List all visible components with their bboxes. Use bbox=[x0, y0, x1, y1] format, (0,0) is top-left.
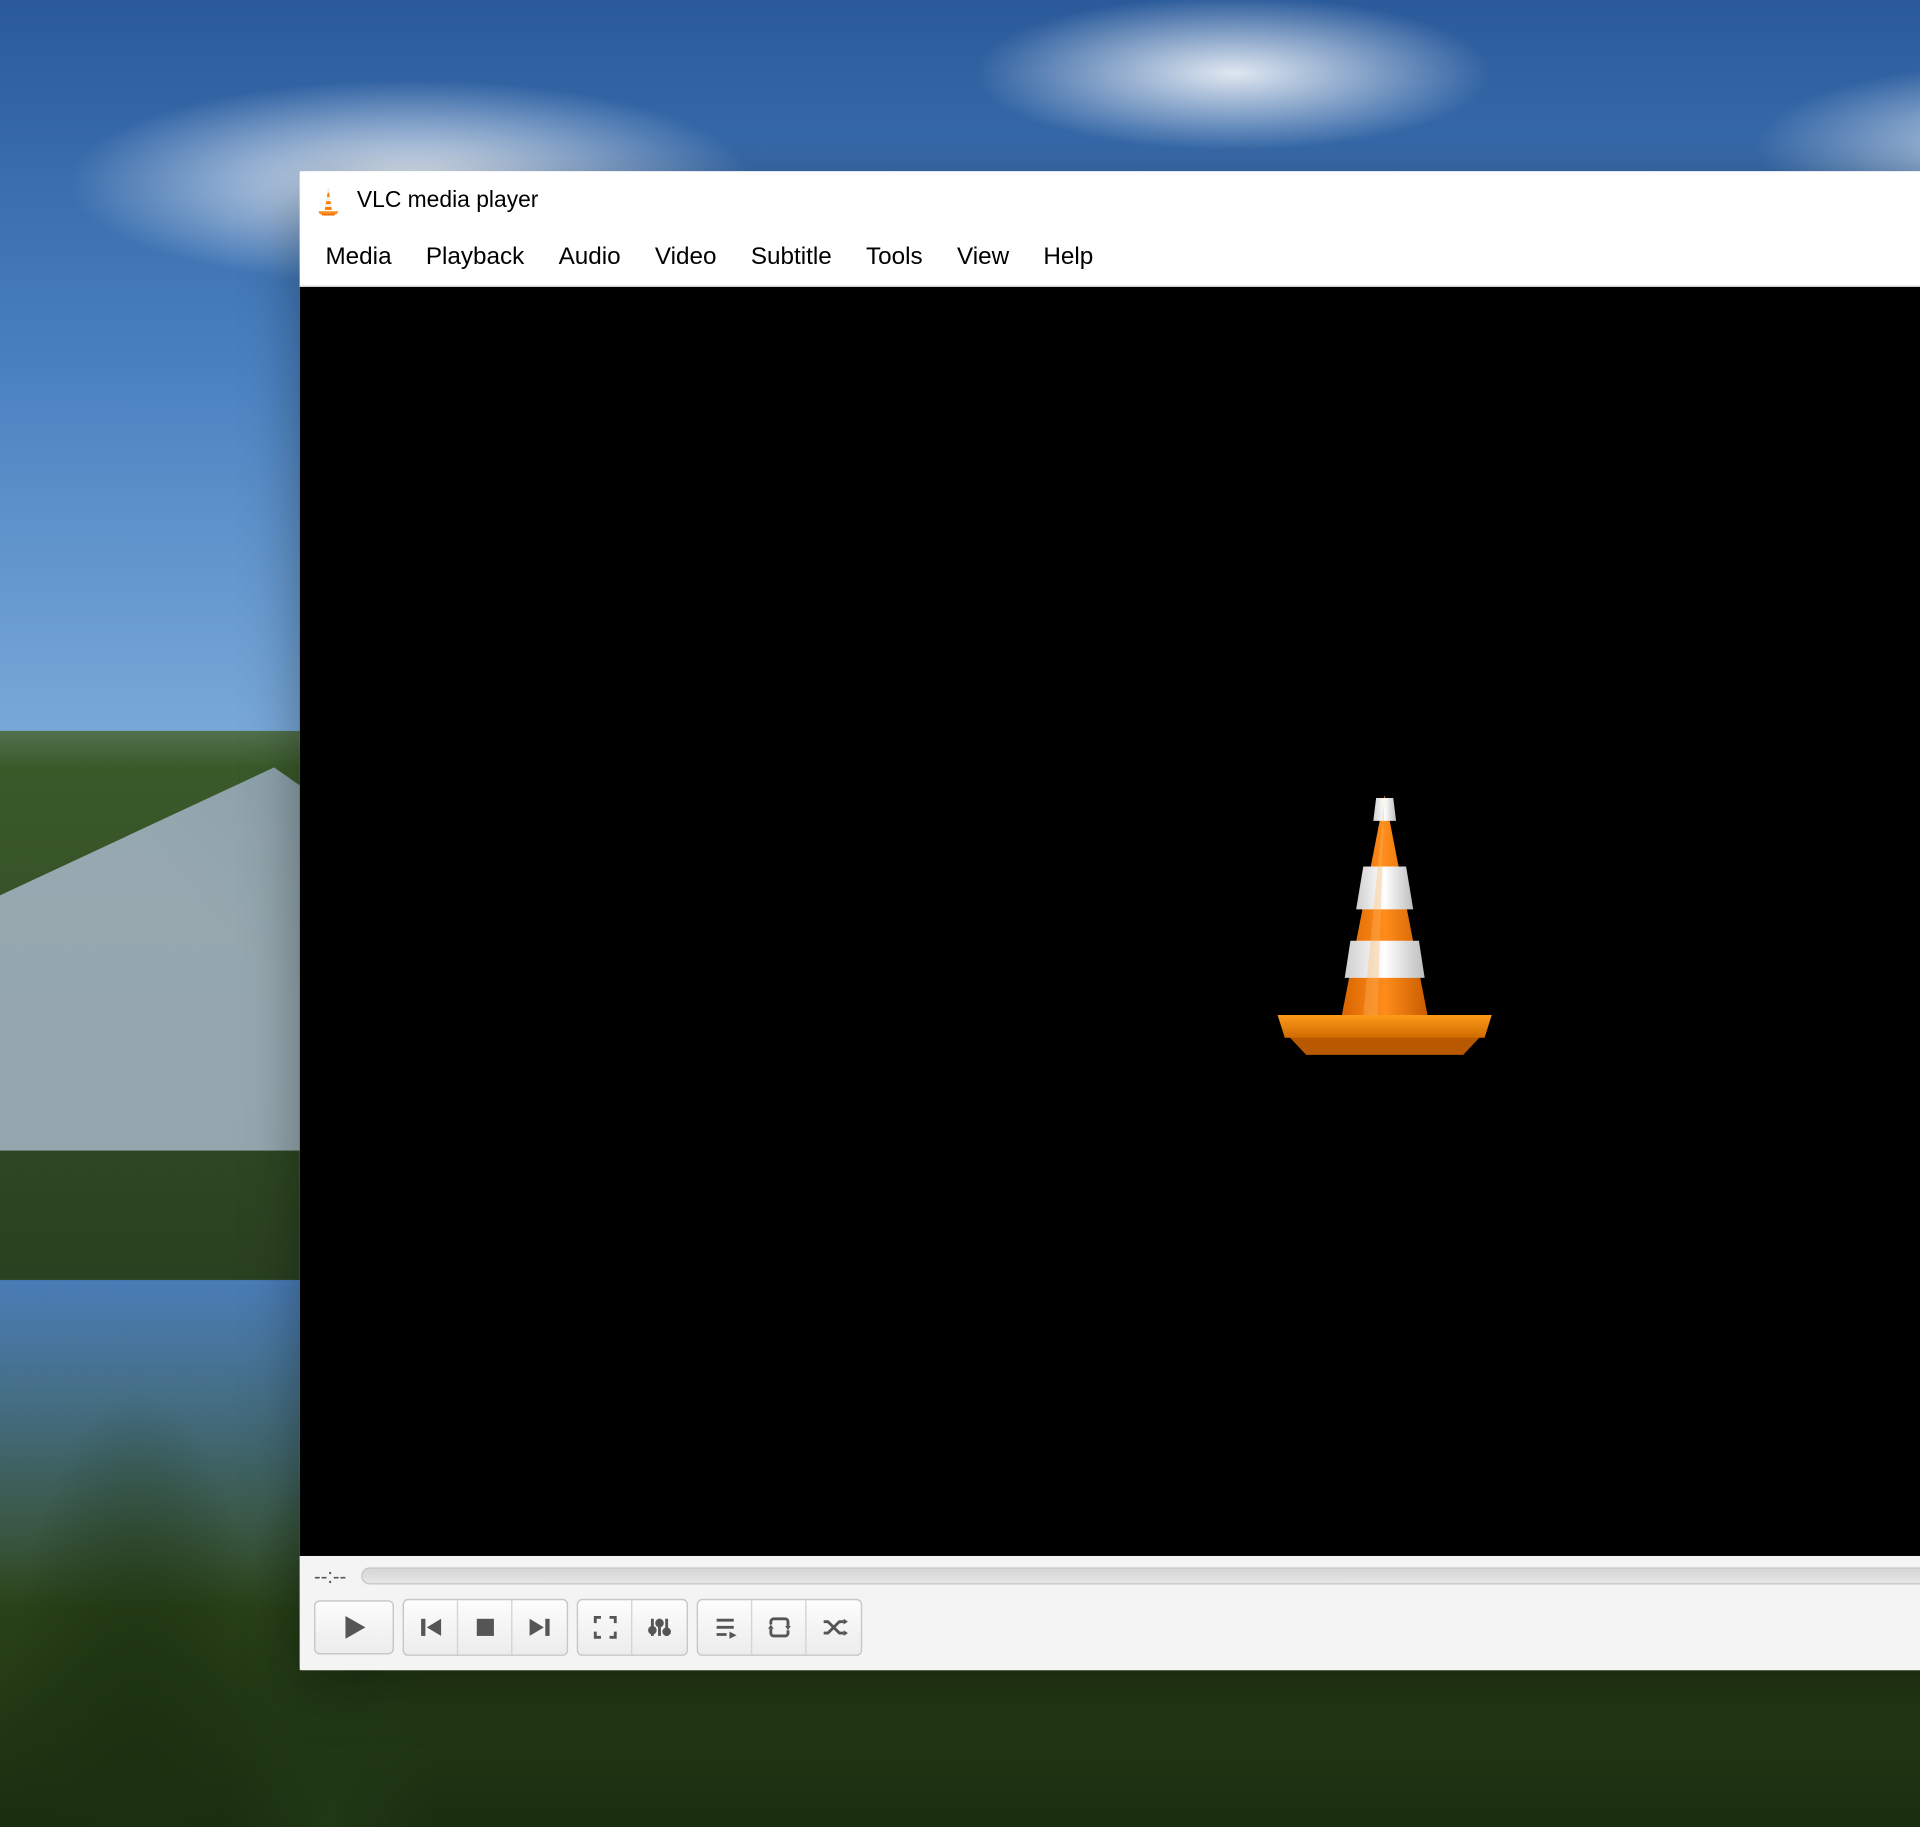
menu-playback[interactable]: Playback bbox=[409, 237, 542, 277]
extended-settings-button[interactable] bbox=[632, 1600, 686, 1654]
view-group bbox=[577, 1599, 688, 1656]
titlebar[interactable]: VLC media player bbox=[300, 171, 1920, 231]
next-icon bbox=[527, 1615, 553, 1641]
loop-icon bbox=[764, 1615, 793, 1641]
previous-icon bbox=[418, 1615, 444, 1641]
seek-row: --:-- --:-- bbox=[300, 1556, 1920, 1590]
menu-view[interactable]: View bbox=[940, 237, 1026, 277]
control-bar: 66% bbox=[300, 1590, 1920, 1670]
next-button[interactable] bbox=[512, 1600, 566, 1654]
seek-slider[interactable] bbox=[361, 1567, 1920, 1584]
playlist-icon bbox=[712, 1615, 738, 1641]
stop-button[interactable] bbox=[458, 1600, 512, 1654]
sliders-icon bbox=[647, 1615, 673, 1641]
menu-tools[interactable]: Tools bbox=[849, 237, 940, 277]
vlc-window: VLC media player Media Playback Audio Vi… bbox=[300, 171, 1920, 1670]
playlist-group bbox=[697, 1599, 863, 1656]
vlc-cone-icon bbox=[314, 187, 343, 216]
skip-group bbox=[403, 1599, 569, 1656]
shuffle-button[interactable] bbox=[807, 1600, 861, 1654]
play-icon bbox=[340, 1613, 369, 1642]
loop-button[interactable] bbox=[752, 1600, 806, 1654]
menu-video[interactable]: Video bbox=[638, 237, 734, 277]
previous-button[interactable] bbox=[404, 1600, 458, 1654]
playlist-button[interactable] bbox=[698, 1600, 752, 1654]
time-elapsed[interactable]: --:-- bbox=[314, 1565, 346, 1588]
fullscreen-icon bbox=[592, 1615, 618, 1641]
menu-media[interactable]: Media bbox=[308, 237, 408, 277]
menu-subtitle[interactable]: Subtitle bbox=[734, 237, 849, 277]
menu-audio[interactable]: Audio bbox=[541, 237, 637, 277]
menu-help[interactable]: Help bbox=[1026, 237, 1110, 277]
play-button[interactable] bbox=[314, 1600, 394, 1654]
vlc-cone-logo bbox=[1263, 786, 1506, 1057]
video-area[interactable] bbox=[300, 287, 1920, 1556]
window-title: VLC media player bbox=[357, 188, 539, 214]
fullscreen-button[interactable] bbox=[578, 1600, 632, 1654]
stop-icon bbox=[472, 1615, 498, 1641]
shuffle-icon bbox=[819, 1615, 848, 1641]
menubar: Media Playback Audio Video Subtitle Tool… bbox=[300, 231, 1920, 287]
